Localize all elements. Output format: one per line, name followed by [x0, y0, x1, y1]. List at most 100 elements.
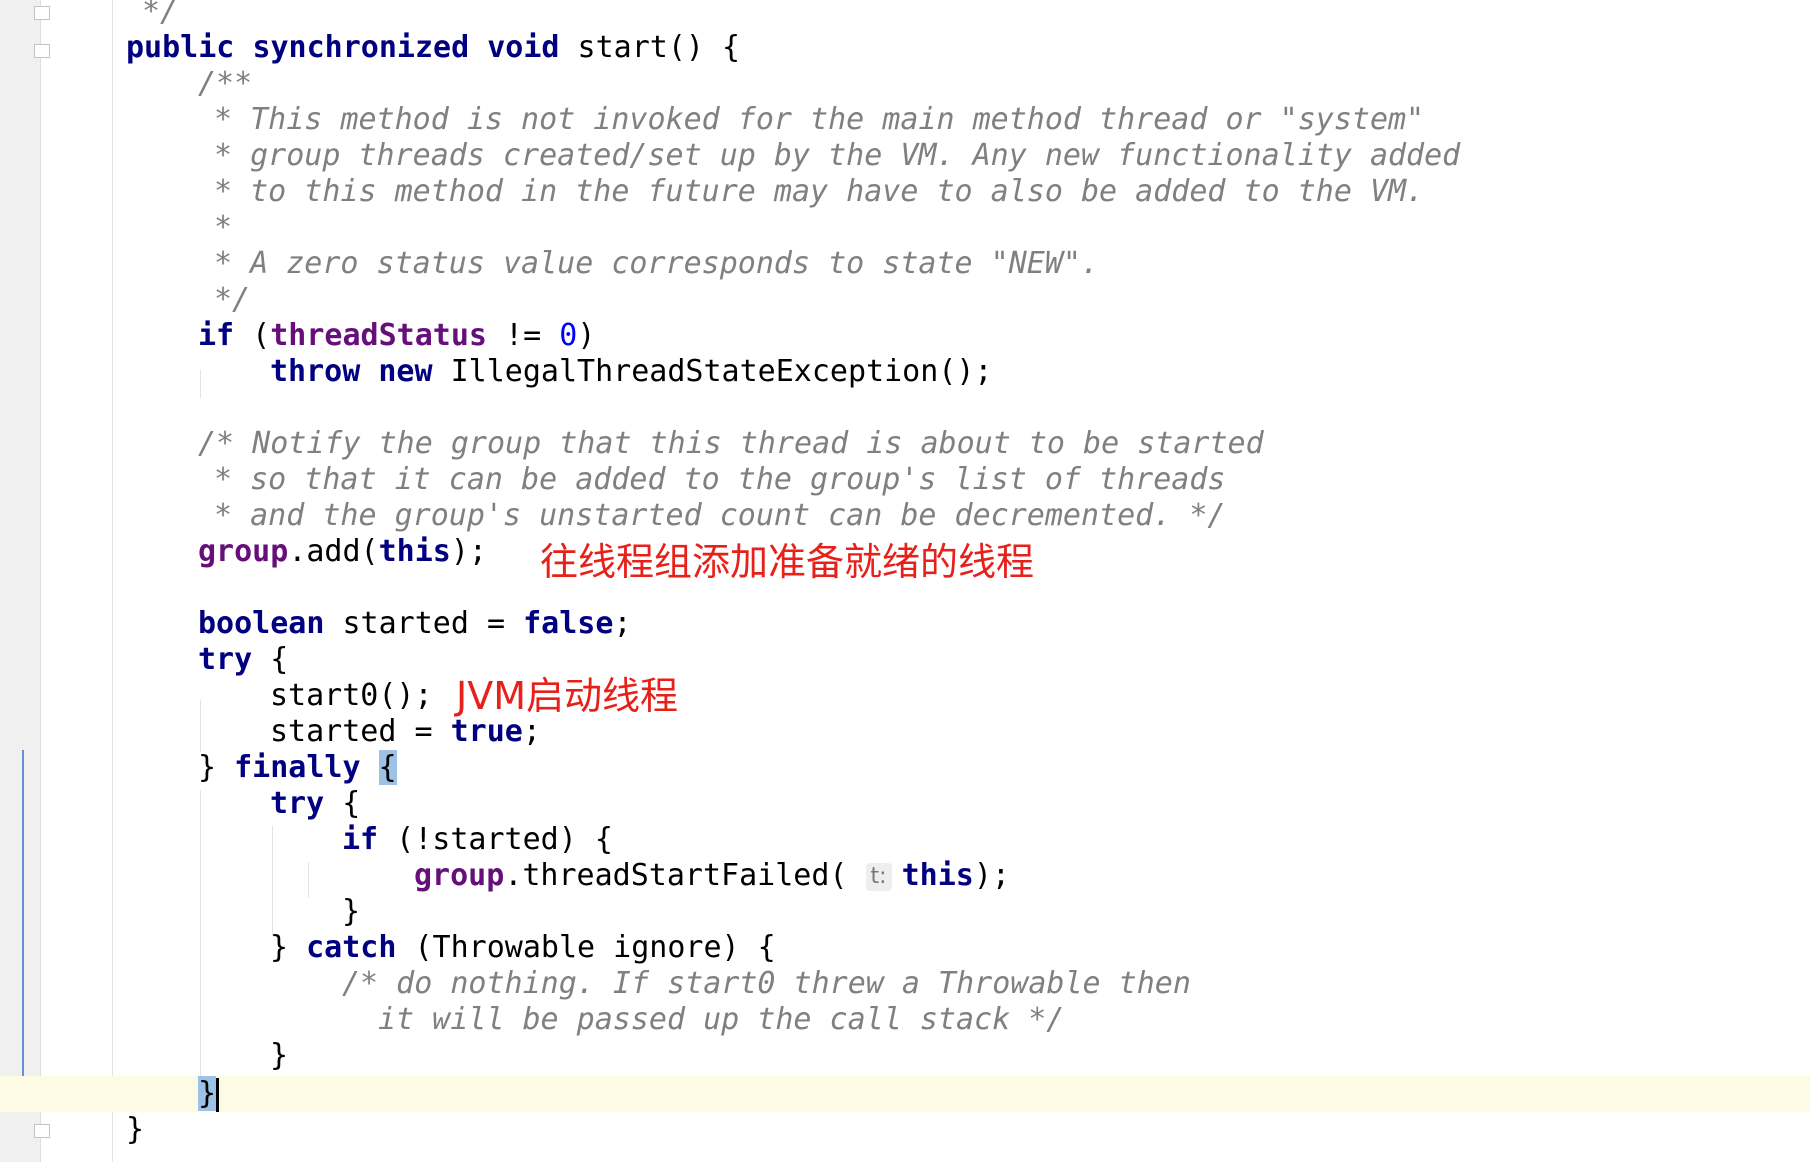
field-name: group [414, 858, 505, 893]
code-line[interactable]: } [126, 1112, 144, 1148]
code-line[interactable]: * [214, 210, 232, 246]
keyword: this [378, 534, 451, 569]
keyword: finally [234, 750, 361, 785]
code-line[interactable]: group.add(this); [198, 534, 487, 570]
code-line[interactable]: * so that it can be added to the group's… [214, 462, 1225, 498]
code-line[interactable]: */ [142, 0, 178, 30]
keyword: boolean [198, 606, 325, 641]
code-text: ); [450, 534, 487, 569]
field-name: threadStatus [270, 318, 487, 353]
code-line[interactable]: boolean started = false; [198, 606, 632, 642]
comment-text: /** [198, 66, 253, 101]
code-text: { [324, 786, 361, 821]
code-text: .add( [288, 534, 379, 569]
code-line[interactable]: it will be passed up the call stack */ [378, 1002, 1064, 1038]
editor-gutter[interactable] [0, 0, 41, 1162]
code-text: ; [522, 714, 541, 749]
comment-text: * A zero status value corresponds to sta… [214, 246, 1100, 281]
code-text: ; [613, 606, 632, 641]
keyword: catch [306, 930, 397, 965]
code-text: } [270, 1038, 289, 1073]
comment-text: */ [214, 282, 251, 317]
fold-marker-icon[interactable] [34, 1124, 50, 1138]
keyword: try [198, 642, 253, 677]
annotation-group-add: 往线程组添加准备就绪的线程 [540, 540, 1035, 584]
code-line[interactable]: * group threads created/set up by the VM… [214, 138, 1460, 174]
code-text: } [342, 894, 361, 929]
code-text: ( [234, 318, 271, 353]
code-text: start0(); [270, 678, 433, 713]
code-line[interactable]: } catch (Throwable ignore) { [270, 930, 776, 966]
keyword: public [126, 30, 235, 65]
text-caret [216, 1077, 220, 1112]
indent-guide [200, 700, 201, 752]
code-text: (Throwable ignore) { [396, 930, 776, 965]
annotation-start0: JVM启动线程 [456, 674, 678, 718]
comment-text: * and the group's unstarted count can be… [214, 498, 1226, 533]
code-line[interactable]: /** [198, 66, 252, 102]
comment-text: * [214, 210, 233, 245]
keyword: try [270, 786, 325, 821]
code-text: .threadStartFailed( [504, 858, 848, 893]
keyword: throw [270, 354, 361, 389]
current-line-highlight [0, 1076, 1810, 1112]
vcs-change-marker [22, 750, 24, 1080]
code-line[interactable]: */ [214, 282, 250, 318]
code-line[interactable]: throw new IllegalThreadStateException(); [270, 354, 992, 390]
keyword: if [198, 318, 235, 353]
indent-guide [308, 862, 309, 898]
comment-text: it will be passed up the call stack */ [378, 1002, 1065, 1037]
code-line[interactable]: } [198, 1076, 220, 1112]
gutter-margin-line [112, 0, 113, 1162]
number-literal: 0 [559, 318, 578, 353]
code-line[interactable]: * and the group's unstarted count can be… [214, 498, 1225, 534]
code-text: != [487, 318, 560, 353]
code-text: } [198, 750, 235, 785]
code-text: ); [973, 858, 1010, 893]
code-line[interactable]: try { [270, 786, 360, 822]
code-text: { [252, 642, 289, 677]
code-line[interactable]: group.threadStartFailed( t: this); [414, 858, 1010, 894]
fold-marker-icon[interactable] [34, 6, 50, 20]
matched-brace: { [378, 750, 397, 785]
keyword: true [450, 714, 523, 749]
keyword: if [342, 822, 379, 857]
keyword: synchronized [252, 30, 470, 65]
code-line[interactable]: try { [198, 642, 288, 678]
comment-text: */ [142, 0, 179, 29]
code-line[interactable]: started = true; [270, 714, 541, 750]
code-text: IllegalThreadStateException(); [432, 354, 993, 389]
comment-text: /* Notify the group that this thread is … [198, 426, 1264, 461]
code-line[interactable]: } [342, 894, 360, 930]
comment-text: /* do nothing. If start0 threw a Throwab… [342, 966, 1191, 1001]
code-line[interactable]: public synchronized void start() { [126, 30, 740, 66]
parameter-hint: t: [865, 862, 892, 891]
code-line[interactable]: * A zero status value corresponds to sta… [214, 246, 1099, 282]
code-text: started = [270, 714, 451, 749]
code-text: (!started) { [378, 822, 613, 857]
keyword: this [901, 858, 974, 893]
fold-marker-icon[interactable] [34, 44, 50, 58]
comment-text: * so that it can be added to the group's… [214, 462, 1226, 497]
code-text: } [126, 1112, 145, 1147]
indent-guide [272, 826, 273, 936]
code-line[interactable]: /* Notify the group that this thread is … [198, 426, 1264, 462]
code-line[interactable]: if (threadStatus != 0) [198, 318, 595, 354]
code-line[interactable]: * This method is not invoked for the mai… [214, 102, 1424, 138]
code-line[interactable]: /* do nothing. If start0 threw a Throwab… [342, 966, 1191, 1002]
keyword: void [487, 30, 560, 65]
code-text: start() { [559, 30, 741, 65]
code-line[interactable]: start0(); [270, 678, 433, 714]
code-line[interactable]: } [270, 1038, 288, 1074]
indent-guide [200, 790, 201, 1080]
field-name: group [198, 534, 289, 569]
matched-brace: } [198, 1076, 217, 1111]
code-line[interactable]: } finally { [198, 750, 397, 786]
code-line[interactable]: * to this method in the future may have … [214, 174, 1424, 210]
code-editor[interactable]: */ public synchronized void start() { /*… [0, 0, 1810, 1162]
code-line[interactable]: if (!started) { [342, 822, 613, 858]
